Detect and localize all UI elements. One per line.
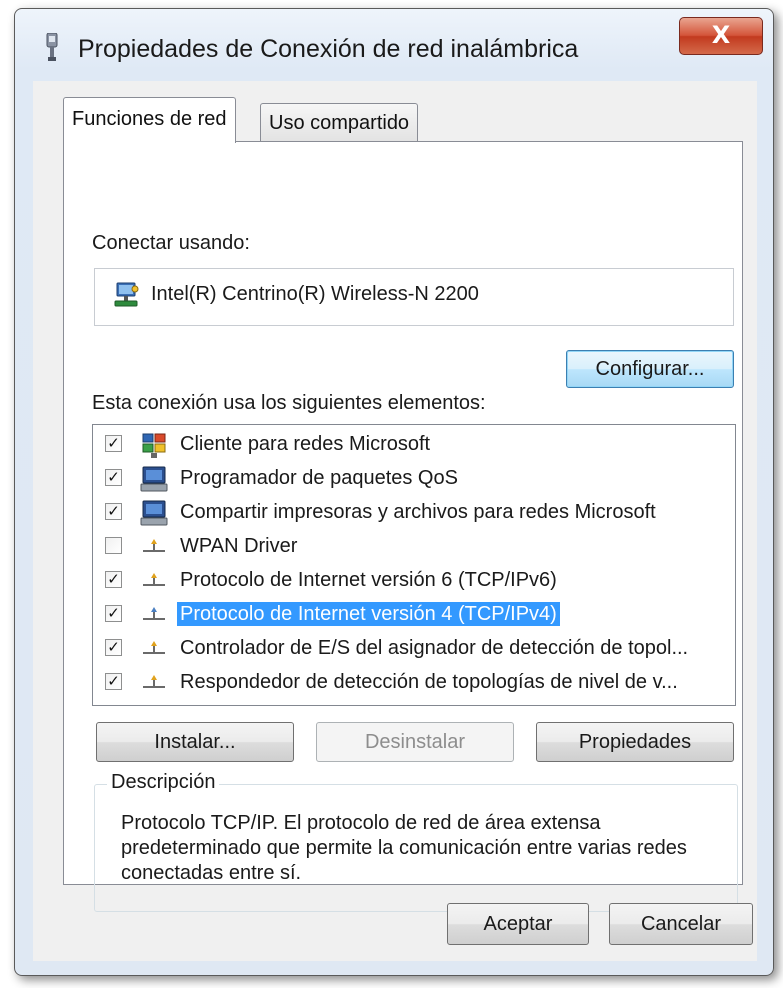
properties-button[interactable]: Propiedades [536, 722, 734, 762]
item-checkbox[interactable]: ✓ [105, 503, 122, 520]
list-item[interactable]: ✓ Cliente para redes Microsoft [93, 429, 733, 461]
configure-button[interactable]: Configurar... [566, 350, 734, 388]
connect-using-label: Conectar usando: [92, 232, 250, 254]
item-label: Controlador de E/S del asignador de dete… [180, 637, 689, 659]
tab-uso-compartido[interactable]: Uso compartido [260, 103, 419, 143]
uninstall-button[interactable]: Desinstalar [316, 722, 514, 762]
properties-dialog: Propiedades de Conexión de red inalámbri… [14, 8, 774, 976]
install-button[interactable]: Instalar... [96, 722, 294, 762]
item-checkbox[interactable]: ✓ [105, 673, 122, 690]
service-computer-icon [140, 466, 168, 492]
item-label: WPAN Driver [180, 535, 298, 557]
list-item[interactable]: ✓ Controlador de E/S del asignador de de… [93, 633, 733, 665]
elements-label: Esta conexión usa los siguientes element… [92, 392, 486, 414]
item-checkbox[interactable]: ✓ [105, 435, 122, 452]
item-checkbox[interactable]: ✓ [105, 469, 122, 486]
description-group: Descripción Protocolo TCP/IP. El protoco… [94, 771, 738, 912]
description-legend: Descripción [107, 771, 220, 794]
window-title: Propiedades de Conexión de red inalámbri… [78, 35, 579, 63]
list-item[interactable]: ✓ Protocolo de Internet versión 4 (TCP/I… [93, 599, 733, 631]
item-label: Cliente para redes Microsoft [180, 433, 431, 455]
client-network-icon [142, 433, 166, 458]
protocol-icon [143, 573, 165, 586]
dialog-client-area: Funciones de red Uso compartido Conectar… [33, 81, 757, 961]
description-text: Protocolo TCP/IP. El protocolo de red de… [121, 812, 687, 884]
item-label: Protocolo de Internet versión 4 (TCP/IPv… [177, 602, 560, 626]
item-checkbox[interactable]: ✓ [105, 639, 122, 656]
tab-panel: Conectar usando: Intel(R) Centrino(R) Wi… [63, 141, 743, 912]
service-computer-icon [140, 500, 168, 526]
list-item[interactable]: ✓ Protocolo de Internet versión 6 (TCP/I… [93, 565, 733, 597]
elements-list[interactable]: ✓ Cliente para redes Microsoft ✓ Program… [92, 424, 736, 706]
protocol-icon [143, 607, 165, 620]
protocol-icon [143, 675, 165, 688]
network-adapter-icon [114, 282, 139, 307]
list-item[interactable]: ✓ Programador de paquetes QoS [93, 463, 733, 495]
ok-button[interactable]: Aceptar [447, 903, 589, 945]
item-label: Protocolo de Internet versión 6 (TCP/IPv… [180, 569, 557, 591]
title-bar[interactable]: Propiedades de Conexión de red inalámbri… [15, 9, 773, 81]
list-item[interactable]: ✓ Compartir impresoras y archivos para r… [93, 497, 733, 529]
tab-funciones-de-red[interactable]: Funciones de red [63, 97, 236, 143]
close-button[interactable]: X [679, 17, 763, 55]
network-plug-icon [46, 33, 58, 61]
item-label: Compartir impresoras y archivos para red… [180, 501, 656, 523]
list-item[interactable]: ✓ Respondedor de detección de topologías… [93, 667, 733, 699]
item-label: Respondedor de detección de topologías d… [180, 671, 678, 693]
item-checkbox[interactable] [105, 537, 122, 554]
protocol-icon [143, 641, 165, 654]
adapter-field: Intel(R) Centrino(R) Wireless-N 2200 [94, 268, 734, 326]
cancel-button[interactable]: Cancelar [609, 903, 753, 945]
adapter-name: Intel(R) Centrino(R) Wireless-N 2200 [151, 283, 479, 305]
item-checkbox[interactable]: ✓ [105, 605, 122, 622]
item-checkbox[interactable]: ✓ [105, 571, 122, 588]
item-label: Programador de paquetes QoS [180, 467, 458, 489]
protocol-icon [143, 539, 165, 552]
list-item[interactable]: WPAN Driver [93, 531, 733, 563]
